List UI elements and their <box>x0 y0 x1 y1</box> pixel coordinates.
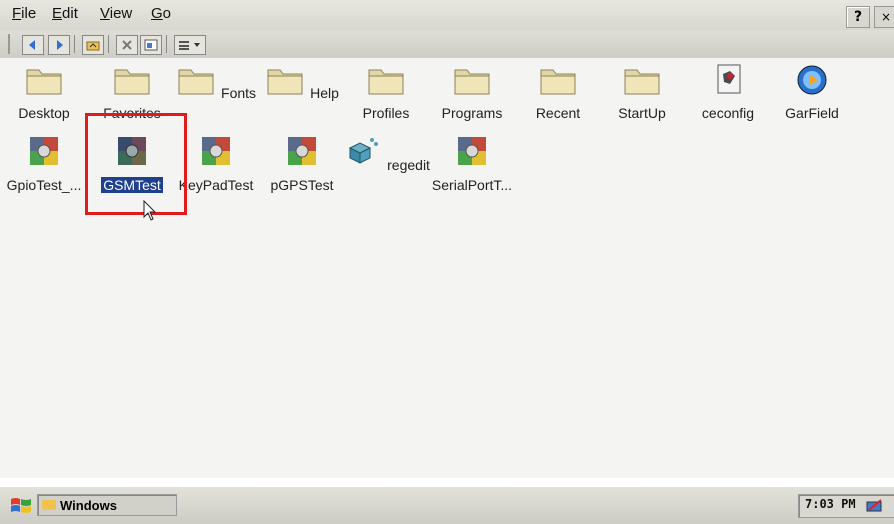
menu-view[interactable]: View <box>100 5 132 22</box>
forward-button[interactable] <box>48 35 70 55</box>
back-button[interactable] <box>22 35 44 55</box>
delete-button[interactable] <box>116 35 138 55</box>
icon-label: StartUp <box>618 105 666 121</box>
properties-icon <box>144 39 158 51</box>
forward-arrow-icon <box>57 40 63 50</box>
taskbar-item-label: Windows <box>60 498 117 513</box>
icon-label: GpioTest_... <box>6 177 82 193</box>
app-icon <box>458 137 486 165</box>
folder-icon <box>26 69 62 95</box>
icon-label: ceconfig <box>701 105 755 121</box>
config-icon <box>717 64 741 94</box>
clock[interactable]: 7:03 PM <box>805 497 856 511</box>
icon-label: Profiles <box>362 105 410 121</box>
back-arrow-icon <box>29 40 35 50</box>
icon-label: SerialPortT... <box>431 177 513 193</box>
icon-label: Recent <box>535 105 581 121</box>
folder-icon <box>114 69 150 95</box>
icon-gpiotest[interactable]: GpioTest_... <box>0 134 88 204</box>
icon-label: Desktop <box>18 105 70 121</box>
icon-ceconfig[interactable]: ceconfig <box>684 62 772 132</box>
taskbar: Windows 7:03 PM <box>0 486 894 524</box>
help-button[interactable]: ? <box>846 6 870 28</box>
start-windows-icon[interactable] <box>8 495 34 517</box>
app-icon <box>202 137 230 165</box>
media-icon <box>797 65 827 95</box>
desktop-view: Desktop Favorites Fonts Help Profiles Pr… <box>0 58 894 478</box>
app-icon <box>30 137 58 165</box>
toolbar-separator <box>166 35 169 53</box>
regedit-icon <box>348 138 379 164</box>
mouse-cursor-icon <box>143 200 157 221</box>
icon-desktop[interactable]: Desktop <box>0 62 88 132</box>
icon-label: Programs <box>441 105 503 121</box>
menu-go[interactable]: Go <box>151 5 171 22</box>
icon-label: pGPSTest <box>270 177 334 193</box>
icon-help[interactable]: Help <box>258 62 346 132</box>
folder-icon <box>42 500 56 510</box>
system-tray: 7:03 PM <box>798 494 894 518</box>
icon-recent[interactable]: Recent <box>514 62 602 132</box>
folder-icon <box>454 69 490 95</box>
folder-icon <box>178 69 214 95</box>
view-list-icon <box>179 41 200 50</box>
icon-garfield[interactable]: GarField <box>768 62 856 132</box>
folder-icon <box>540 69 576 95</box>
menu-file[interactable]: File <box>12 5 36 22</box>
icon-label: Help <box>310 85 339 101</box>
icon-label: regedit <box>387 157 430 173</box>
toolbar <box>0 30 894 58</box>
icon-profiles[interactable]: Profiles <box>342 62 430 132</box>
close-button[interactable]: × <box>874 6 894 28</box>
menu-bar: File Edit View Go ? × <box>0 0 894 30</box>
toolbar-separator <box>74 35 77 53</box>
network-status-icon[interactable] <box>865 498 887 514</box>
taskbar-item-windows[interactable]: Windows <box>37 494 177 516</box>
properties-button[interactable] <box>140 35 162 55</box>
view-menu-button[interactable] <box>174 35 206 55</box>
up-folder-icon <box>86 41 100 51</box>
folder-icon <box>267 69 303 95</box>
icon-label: KeyPadTest <box>178 177 254 193</box>
menu-edit[interactable]: Edit <box>52 5 78 22</box>
icon-startup[interactable]: StartUp <box>598 62 686 132</box>
icon-label: GarField <box>785 105 839 121</box>
delete-x-icon <box>122 40 132 50</box>
folder-icon <box>368 69 404 95</box>
up-folder-button[interactable] <box>82 35 104 55</box>
app-icon <box>288 137 316 165</box>
icon-regedit[interactable]: regedit <box>342 134 430 204</box>
icon-programs[interactable]: Programs <box>428 62 516 132</box>
folder-icon <box>624 69 660 95</box>
toolbar-separator <box>108 35 111 53</box>
annotation-highlight-box <box>85 113 187 215</box>
icon-serialporttest[interactable]: SerialPortT... <box>428 134 516 204</box>
icon-pgpstest[interactable]: pGPSTest <box>258 134 346 204</box>
toolbar-grip[interactable] <box>8 34 13 54</box>
icon-label: Fonts <box>221 85 257 101</box>
